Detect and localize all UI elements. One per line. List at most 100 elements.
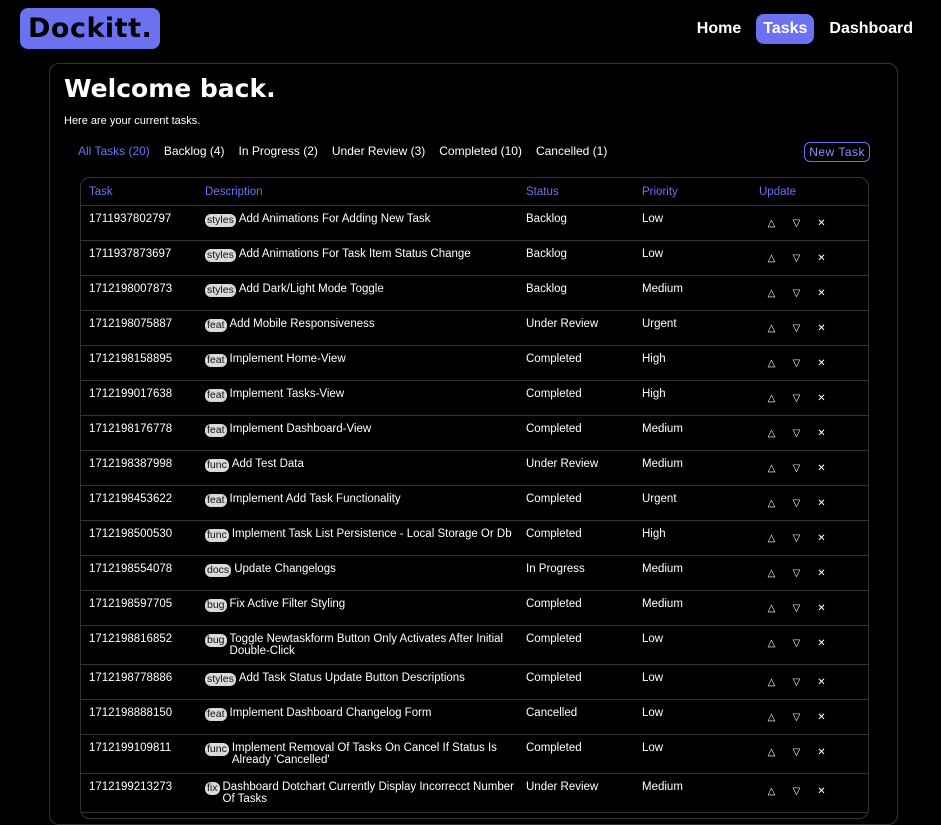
status-up-icon[interactable]: △	[759, 428, 784, 439]
task-description: feat Implement Dashboard-View	[197, 423, 518, 443]
cancel-task-icon[interactable]: ✕	[809, 288, 834, 299]
new-task-button[interactable]: New Task	[804, 142, 870, 162]
task-tag: feat	[205, 708, 227, 721]
cancel-task-icon[interactable]: ✕	[809, 358, 834, 369]
task-description: feat Implement Home-View	[197, 353, 518, 373]
table-row: 1711937873697 styles Add Animations For …	[81, 241, 868, 276]
task-description-text: Implement Dashboard-View	[229, 423, 372, 435]
status-up-icon[interactable]: △	[759, 638, 784, 649]
filter-all[interactable]: All Tasks (20)	[78, 144, 150, 158]
task-status: Cancelled	[526, 707, 578, 719]
cancel-task-icon[interactable]: ✕	[809, 786, 834, 797]
task-tag: styles	[205, 249, 236, 262]
cancel-task-icon[interactable]: ✕	[809, 323, 834, 334]
status-down-icon[interactable]: ▽	[784, 638, 809, 649]
status-down-icon[interactable]: ▽	[784, 358, 809, 369]
task-status: Backlog	[526, 283, 567, 295]
table-row: 1712199017638 feat Implement Tasks-View …	[81, 381, 868, 416]
status-up-icon[interactable]: △	[759, 253, 784, 264]
status-down-icon[interactable]: ▽	[784, 463, 809, 474]
status-down-icon[interactable]: ▽	[784, 712, 809, 723]
cancel-task-icon[interactable]: ✕	[809, 747, 834, 758]
cancel-task-icon[interactable]: ✕	[809, 603, 834, 614]
column-header-task[interactable]: Task	[81, 186, 197, 198]
task-tag: styles	[205, 673, 236, 686]
status-down-icon[interactable]: ▽	[784, 428, 809, 439]
nav-home[interactable]: Home	[690, 14, 748, 44]
task-tag: fix	[205, 782, 220, 795]
task-description: feat Implement Add Task Functionality	[197, 493, 518, 513]
status-up-icon[interactable]: △	[759, 288, 784, 299]
status-up-icon[interactable]: △	[759, 786, 784, 797]
cancel-task-icon[interactable]: ✕	[809, 533, 834, 544]
status-up-icon[interactable]: △	[759, 533, 784, 544]
status-down-icon[interactable]: ▽	[784, 218, 809, 229]
cancel-task-icon[interactable]: ✕	[809, 463, 834, 474]
cancel-task-icon[interactable]: ✕	[809, 712, 834, 723]
task-update-controls: △ ▽ ✕	[751, 563, 866, 583]
status-down-icon[interactable]: ▽	[784, 393, 809, 404]
status-down-icon[interactable]: ▽	[784, 603, 809, 614]
cancel-task-icon[interactable]: ✕	[809, 253, 834, 264]
status-up-icon[interactable]: △	[759, 393, 784, 404]
cancel-task-icon[interactable]: ✕	[809, 638, 834, 649]
task-tag: feat	[205, 494, 227, 507]
task-priority: Low	[642, 707, 664, 719]
cancel-task-icon[interactable]: ✕	[809, 428, 834, 439]
task-update-controls: △ ▽ ✕	[751, 672, 866, 692]
filter-cancelled[interactable]: Cancelled (1)	[536, 144, 607, 158]
status-up-icon[interactable]: △	[759, 677, 784, 688]
task-description: styles Add Task Status Update Button Des…	[197, 672, 518, 692]
task-description: styles Add Animations For Task Item Stat…	[197, 248, 518, 268]
task-priority: Low	[642, 248, 664, 260]
status-up-icon[interactable]: △	[759, 712, 784, 723]
task-description: bug Fix Active Filter Styling	[197, 598, 518, 618]
task-update-controls: △ ▽ ✕	[751, 493, 866, 513]
cancel-task-icon[interactable]: ✕	[809, 218, 834, 229]
task-priority: Medium	[642, 283, 683, 295]
table-header: Task Description Status Priority Update	[81, 178, 868, 206]
cancel-task-icon[interactable]: ✕	[809, 393, 834, 404]
brand-logo[interactable]: Dockitt.	[20, 8, 161, 49]
column-header-description[interactable]: Description	[197, 186, 518, 198]
task-description-text: Implement Removal Of Tasks On Cancel If …	[231, 742, 497, 766]
status-down-icon[interactable]: ▽	[784, 288, 809, 299]
cancel-task-icon[interactable]: ✕	[809, 498, 834, 509]
task-status: Backlog	[526, 248, 567, 260]
status-down-icon[interactable]: ▽	[784, 498, 809, 509]
task-id: 1712198158895	[89, 353, 173, 365]
task-update-controls: △ ▽ ✕	[751, 528, 866, 548]
status-up-icon[interactable]: △	[759, 498, 784, 509]
status-up-icon[interactable]: △	[759, 568, 784, 579]
task-tag: feat	[205, 424, 227, 437]
status-down-icon[interactable]: ▽	[784, 677, 809, 688]
task-update-controls: △ ▽ ✕	[751, 283, 866, 303]
column-header-status[interactable]: Status	[518, 186, 634, 198]
task-status: In Progress	[526, 563, 585, 575]
status-up-icon[interactable]: △	[759, 603, 784, 614]
status-up-icon[interactable]: △	[759, 747, 784, 758]
task-description-text: Implement Dashboard Changelog Form	[229, 707, 432, 719]
nav-tasks[interactable]: Tasks	[756, 14, 815, 44]
task-priority: High	[642, 388, 666, 400]
status-up-icon[interactable]: △	[759, 218, 784, 229]
column-header-priority[interactable]: Priority	[634, 186, 751, 198]
status-down-icon[interactable]: ▽	[784, 253, 809, 264]
status-down-icon[interactable]: ▽	[784, 786, 809, 797]
cancel-task-icon[interactable]: ✕	[809, 677, 834, 688]
filter-in-progress[interactable]: In Progress (2)	[239, 144, 318, 158]
status-down-icon[interactable]: ▽	[784, 568, 809, 579]
task-description-text: Implement Tasks-View	[229, 388, 345, 400]
status-up-icon[interactable]: △	[759, 358, 784, 369]
filter-completed[interactable]: Completed (10)	[439, 144, 522, 158]
status-up-icon[interactable]: △	[759, 323, 784, 334]
status-up-icon[interactable]: △	[759, 463, 784, 474]
cancel-task-icon[interactable]: ✕	[809, 568, 834, 579]
status-down-icon[interactable]: ▽	[784, 747, 809, 758]
nav-dashboard[interactable]: Dashboard	[822, 14, 920, 44]
task-update-controls: △ ▽ ✕	[751, 248, 866, 268]
filter-backlog[interactable]: Backlog (4)	[164, 144, 225, 158]
filter-under-review[interactable]: Under Review (3)	[332, 144, 425, 158]
status-down-icon[interactable]: ▽	[784, 533, 809, 544]
status-down-icon[interactable]: ▽	[784, 323, 809, 334]
